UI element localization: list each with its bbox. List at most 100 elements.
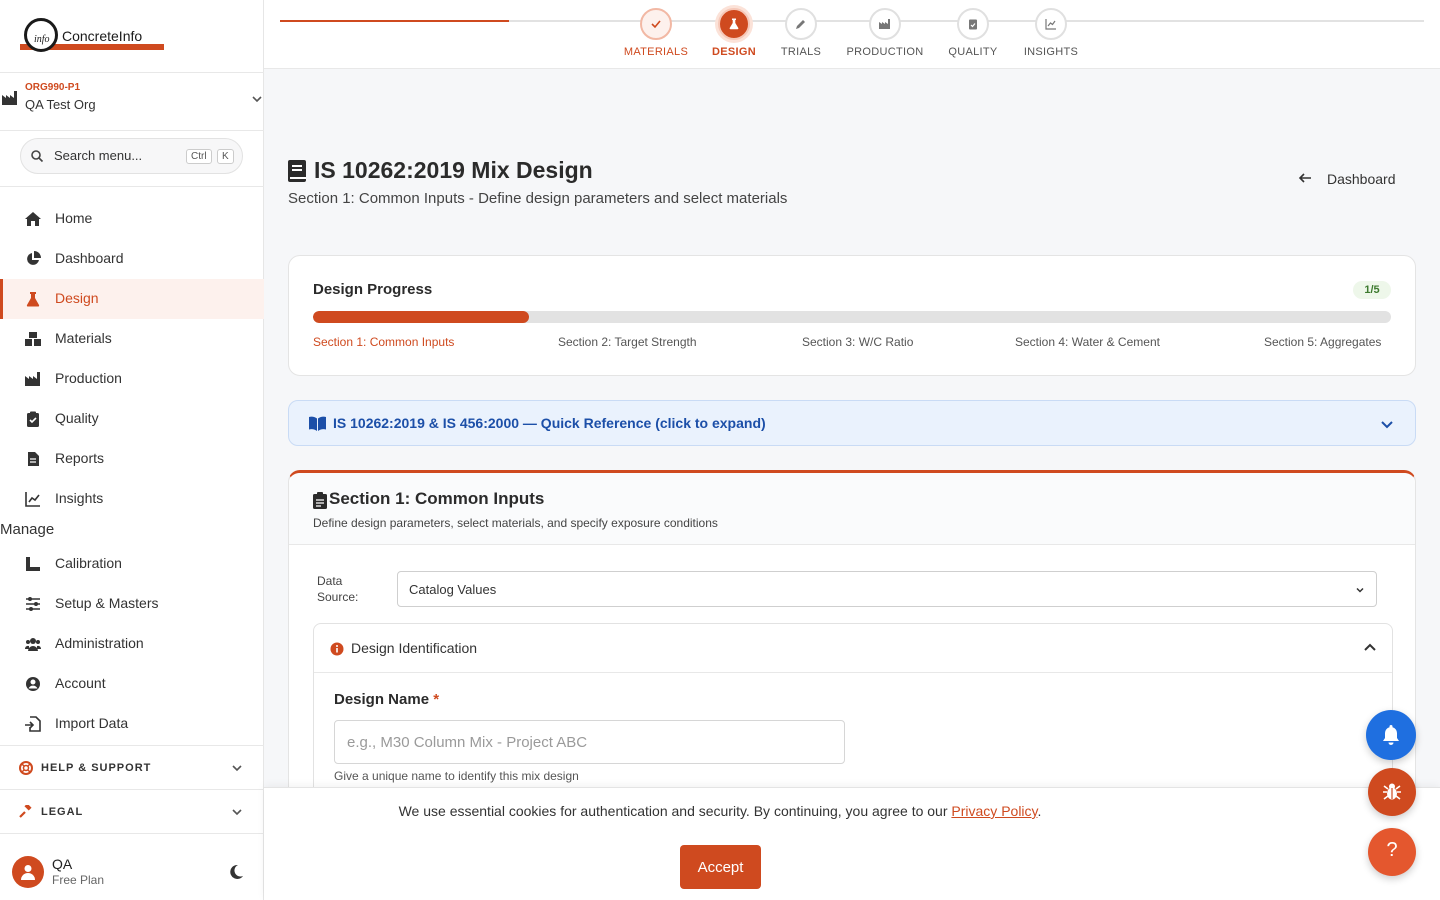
- moon-icon[interactable]: [228, 864, 244, 880]
- book-icon: [288, 160, 306, 182]
- page-title: IS 10262:2019 Mix Design: [314, 157, 593, 183]
- sidebar-item-quality[interactable]: Quality: [0, 399, 264, 439]
- brand-logo[interactable]: info ConcreteInfo: [20, 18, 164, 52]
- gavel-icon: [19, 805, 32, 818]
- line-chart-icon: [25, 492, 40, 507]
- search-icon: [31, 150, 44, 163]
- help-support-label: HELP & SUPPORT: [41, 762, 152, 774]
- design-name-help: Give a unique name to identify this mix …: [334, 769, 579, 783]
- sidebar-item-administration[interactable]: Administration: [0, 624, 264, 664]
- step-quality[interactable]: QUALITY: [927, 8, 1017, 64]
- file-import-icon: [25, 716, 41, 732]
- ruler-icon: [26, 557, 40, 571]
- sidebar: info ConcreteInfo ORG990-P1 QA Test Org …: [0, 0, 264, 900]
- step-label: TRIALS: [780, 46, 822, 58]
- clipboard-check-icon: [27, 411, 39, 427]
- sidebar-item-label: Production: [55, 370, 122, 386]
- legal-group[interactable]: LEGAL: [0, 790, 264, 834]
- sidebar-item-materials[interactable]: Materials: [0, 319, 264, 359]
- sidebar-item-design[interactable]: Design: [0, 279, 264, 319]
- kbd-k: K: [217, 149, 234, 164]
- chevron-down-icon: [1381, 421, 1393, 429]
- flask-icon: [729, 18, 739, 30]
- sidebar-item-label: Quality: [55, 410, 99, 426]
- factory-icon: [25, 372, 40, 386]
- sidebar-item-label: Setup & Masters: [55, 595, 159, 611]
- step-insights[interactable]: INSIGHTS: [1005, 8, 1095, 64]
- sidebar-item-label: Calibration: [55, 555, 122, 571]
- cookie-end: .: [1037, 803, 1042, 819]
- help-support-group[interactable]: HELP & SUPPORT: [0, 746, 264, 790]
- line-chart-icon: [1045, 19, 1056, 30]
- progress-step-1[interactable]: Section 1: Common Inputs: [313, 335, 454, 349]
- chevron-up-icon: [1364, 643, 1376, 651]
- sidebar-item-production[interactable]: Production: [0, 359, 264, 399]
- quick-reference-toggle[interactable]: IS 10262:2019 & IS 456:2000 — Quick Refe…: [288, 400, 1416, 446]
- org-switcher[interactable]: ORG990-P1 QA Test Org: [0, 78, 264, 122]
- progress-title: Design Progress: [313, 281, 433, 298]
- sidebar-item-label: Dashboard: [55, 250, 124, 266]
- section-header: Section 1: Common Inputs Define design p…: [289, 473, 1415, 545]
- step-circle: [718, 8, 750, 40]
- back-to-dashboard-button[interactable]: Dashboard: [1296, 168, 1406, 190]
- sidebar-item-import-data[interactable]: Import Data: [0, 704, 264, 744]
- kbd-ctrl: Ctrl: [186, 149, 212, 164]
- sidebar-item-insights[interactable]: Insights: [0, 479, 264, 519]
- factory-icon: [879, 19, 890, 29]
- search-menu[interactable]: Search menu... Ctrl K: [20, 138, 243, 174]
- step-trials[interactable]: TRIALS: [755, 8, 845, 64]
- accept-cookies-button[interactable]: Accept: [680, 845, 761, 889]
- manage-section-label: Manage: [0, 521, 55, 538]
- user-circle-icon: [26, 677, 40, 691]
- sidebar-item-dashboard[interactable]: Dashboard: [0, 239, 264, 279]
- chevron-down-icon: [232, 765, 242, 772]
- progress-badge: 1/5: [1353, 281, 1391, 299]
- bell-icon: [1383, 725, 1399, 745]
- sidebar-item-account[interactable]: Account: [0, 664, 264, 704]
- sidebar-item-label: Home: [55, 210, 93, 226]
- check-icon: [651, 20, 661, 29]
- search-placeholder: Search menu...: [54, 148, 143, 163]
- help-button[interactable]: ?: [1368, 828, 1416, 876]
- sidebar-item-home[interactable]: Home: [0, 199, 264, 239]
- flask-icon: [26, 292, 40, 307]
- step-materials[interactable]: MATERIALS: [610, 8, 700, 64]
- chevron-down-icon: [252, 96, 262, 103]
- design-identification-toggle[interactable]: Design Identification: [314, 624, 1392, 673]
- factory-icon: [2, 91, 17, 105]
- step-circle: [957, 8, 989, 40]
- pencil-icon: [796, 20, 805, 29]
- user-profile[interactable]: QA Free Plan: [0, 842, 264, 900]
- lifebuoy-icon: [19, 761, 33, 775]
- privacy-policy-link[interactable]: Privacy Policy: [951, 803, 1037, 819]
- logo-inner-text: info: [34, 34, 50, 45]
- back-button-label: Dashboard: [1327, 171, 1396, 187]
- progress-step-2[interactable]: Section 2: Target Strength: [558, 335, 697, 349]
- data-source-label: Data Source:: [317, 574, 359, 604]
- logo-text: ConcreteInfo: [62, 28, 143, 44]
- progress-step-3[interactable]: Section 3: W/C Ratio: [802, 335, 913, 349]
- avatar: [12, 856, 44, 888]
- home-icon: [25, 212, 41, 226]
- design-name-input[interactable]: [334, 720, 845, 764]
- sidebar-item-reports[interactable]: Reports: [0, 439, 264, 479]
- workflow-stepper: MATERIALS DESIGN TRIALS PRODUCTION QUALI…: [264, 0, 1440, 69]
- progress-step-5[interactable]: Section 5: Aggregates: [1264, 335, 1381, 349]
- cookie-text: We use essential cookies for authenticat…: [264, 803, 1176, 819]
- divider: [0, 130, 264, 131]
- sidebar-item-setup-masters[interactable]: Setup & Masters: [0, 584, 264, 624]
- progress-step-4[interactable]: Section 4: Water & Cement: [1015, 335, 1160, 349]
- section-subtitle: Define design parameters, select materia…: [313, 516, 718, 530]
- sidebar-item-calibration[interactable]: Calibration: [0, 544, 264, 584]
- design-name-label-text: Design Name: [334, 691, 430, 708]
- step-production[interactable]: PRODUCTION: [839, 8, 929, 64]
- file-icon: [28, 452, 39, 466]
- data-source-value: Catalog Values: [409, 582, 497, 597]
- report-bug-button[interactable]: [1368, 768, 1416, 816]
- notifications-button[interactable]: [1366, 710, 1416, 760]
- sidebar-item-label: Account: [55, 675, 106, 691]
- sidebar-item-label: Import Data: [55, 715, 129, 731]
- design-name-label: Design Name *: [334, 691, 439, 708]
- clipboard-icon: [313, 492, 327, 509]
- data-source-select[interactable]: Catalog Values: [397, 571, 1377, 607]
